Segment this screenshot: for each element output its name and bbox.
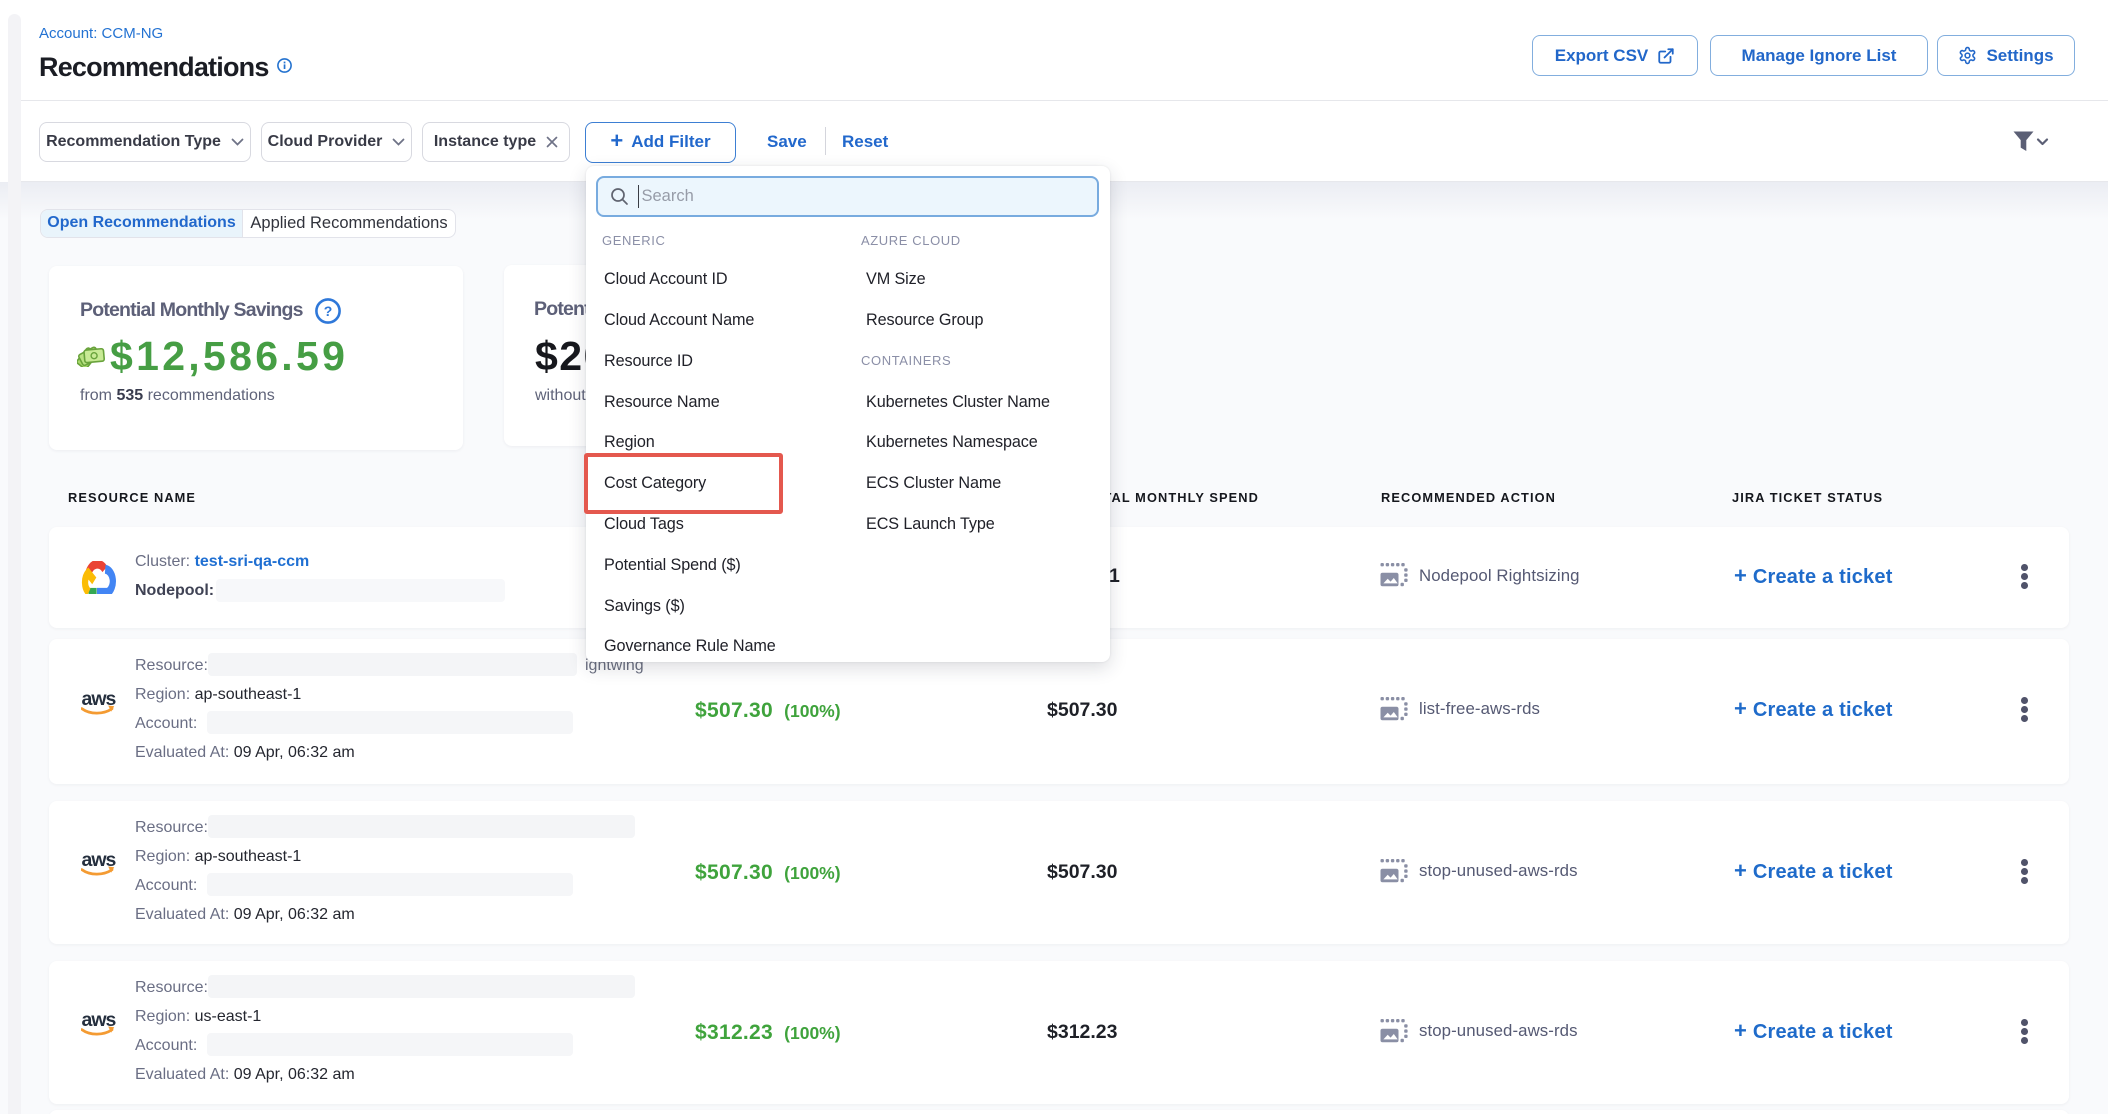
svg-text:?: ?	[324, 303, 333, 319]
